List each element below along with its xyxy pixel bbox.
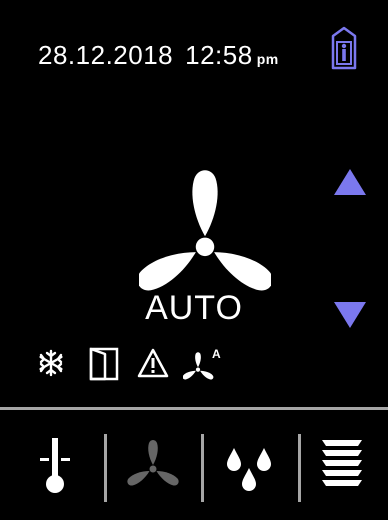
- date-text: 28.12.2018: [38, 40, 174, 70]
- tab-blinds[interactable]: [318, 428, 366, 500]
- tab-separator: [104, 434, 107, 502]
- arrow-up-icon[interactable]: [333, 168, 367, 196]
- status-bar: 28.12.2018 12:58 pm: [0, 0, 388, 110]
- time-text: 12:58: [185, 40, 253, 70]
- thermometer-icon: [40, 438, 70, 493]
- fan-icon: [139, 170, 271, 291]
- tab-separator: [298, 434, 301, 502]
- arrow-down-icon[interactable]: [333, 301, 367, 329]
- person-in-door-icon[interactable]: [331, 26, 357, 70]
- status-icons: A: [37, 347, 237, 387]
- fan-auto-superscript: A: [212, 347, 221, 361]
- tab-humidity[interactable]: [220, 428, 280, 500]
- snowflake-icon: [39, 349, 63, 377]
- window-open-icon: [89, 347, 119, 381]
- warning-icon: [137, 348, 169, 378]
- date-time: 28.12.2018 12:58 pm: [38, 40, 279, 71]
- tab-fan[interactable]: [124, 428, 182, 500]
- droplets-icon: [227, 448, 271, 491]
- fan-icon: [127, 440, 179, 486]
- blinds-icon: [322, 440, 362, 486]
- tab-bar: [0, 410, 388, 520]
- fan-mode-label: AUTO: [145, 289, 243, 327]
- ampm-text: pm: [256, 51, 279, 67]
- tab-separator: [201, 434, 204, 502]
- tab-temperature[interactable]: [37, 428, 73, 500]
- fan-auto-icon: A: [183, 347, 221, 380]
